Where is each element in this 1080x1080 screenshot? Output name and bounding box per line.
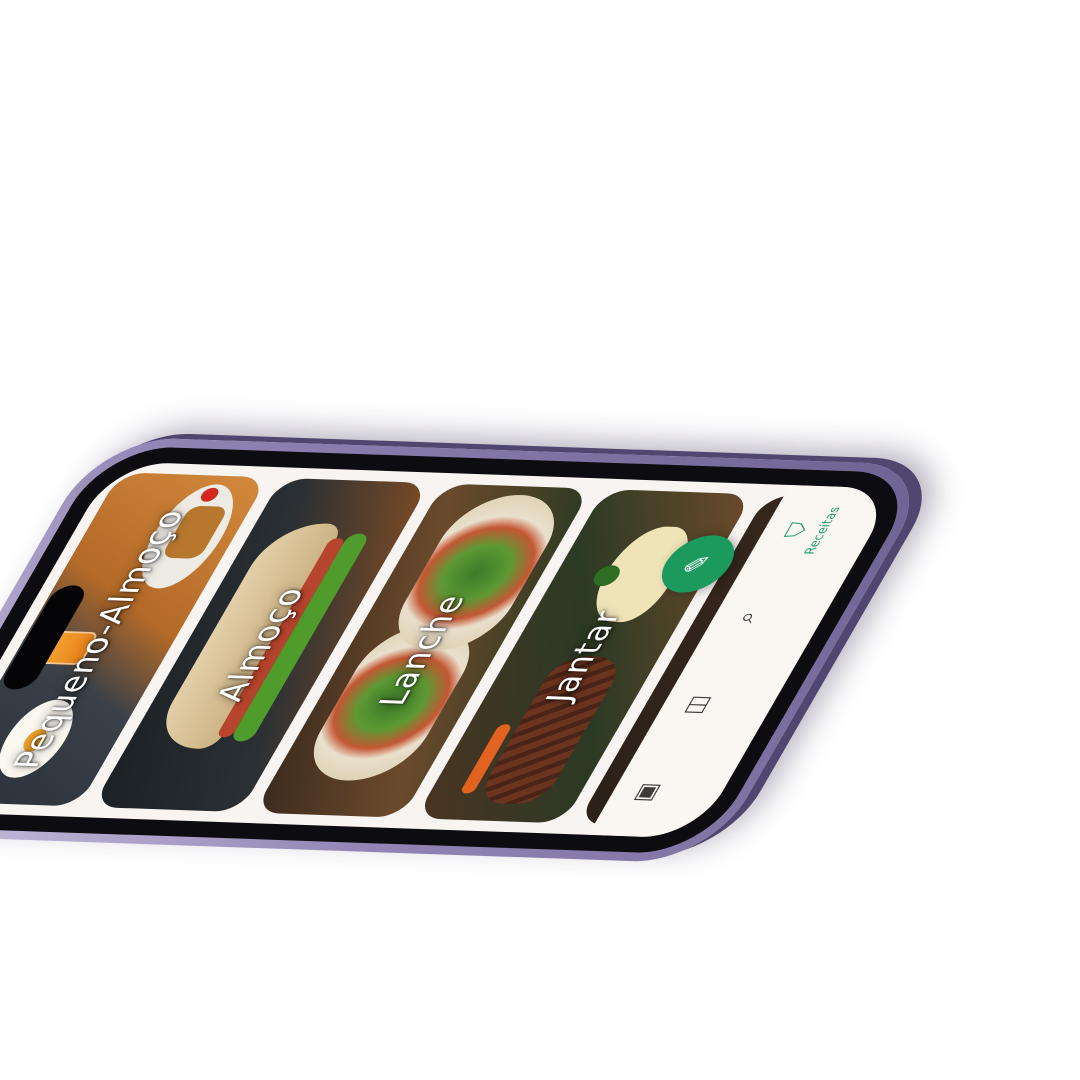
stage: Pequeno-Almoço Almoço Lanche Jantar ✎ ▣ … <box>0 0 1080 1080</box>
phone-screen: Pequeno-Almoço Almoço Lanche Jantar ✎ ▣ … <box>0 461 898 839</box>
phone-device: Pequeno-Almoço Almoço Lanche Jantar ✎ ▣ … <box>0 436 939 864</box>
phone-bezel: Pequeno-Almoço Almoço Lanche Jantar ✎ ▣ … <box>0 445 924 855</box>
hairdryer-icon: ✎ <box>675 553 720 575</box>
